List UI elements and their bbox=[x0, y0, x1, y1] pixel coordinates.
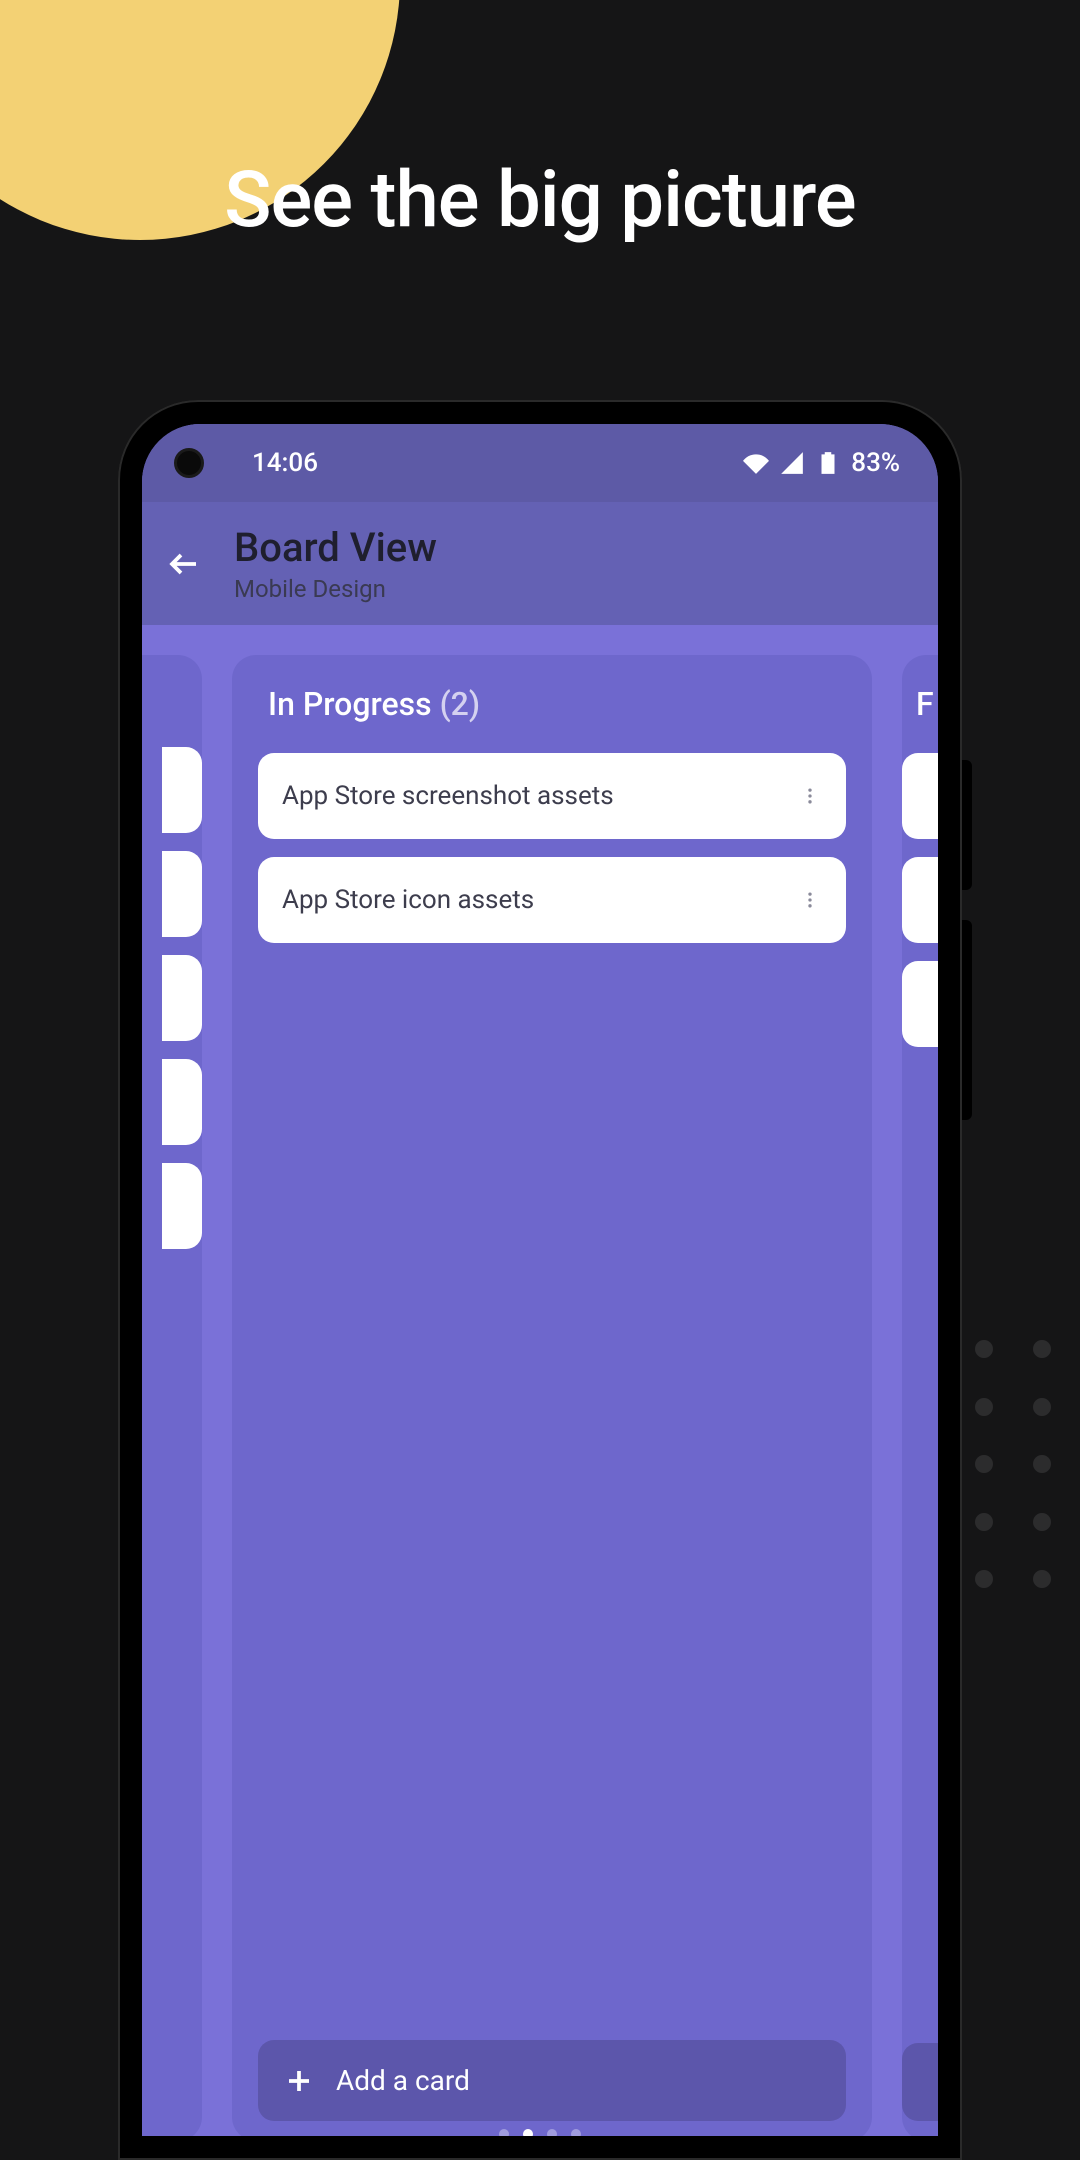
board-column-prev[interactable] bbox=[142, 655, 202, 2136]
board-column-next[interactable]: F bbox=[902, 655, 938, 2136]
column-count: (2) bbox=[440, 685, 480, 723]
plus-icon bbox=[284, 2066, 314, 2096]
card-menu-button[interactable] bbox=[798, 888, 822, 912]
status-time: 14:06 bbox=[252, 448, 318, 478]
card-peek[interactable] bbox=[902, 857, 938, 943]
card-peek[interactable] bbox=[162, 955, 202, 1041]
phone-side-button bbox=[962, 760, 972, 890]
page-dot bbox=[571, 2129, 581, 2136]
signal-icon bbox=[779, 450, 805, 476]
page-dot bbox=[547, 2129, 557, 2136]
page-subtitle: Mobile Design bbox=[234, 575, 437, 603]
page-dot-active bbox=[523, 2129, 533, 2136]
page-title: Board View bbox=[234, 524, 437, 571]
more-vertical-icon bbox=[800, 890, 820, 910]
column-name: In Progress bbox=[268, 685, 432, 723]
card-menu-button[interactable] bbox=[798, 784, 822, 808]
phone-side-button bbox=[962, 920, 972, 1120]
card-peek[interactable] bbox=[162, 1059, 202, 1145]
column-name-peek: F bbox=[902, 685, 934, 723]
card-title: App Store screenshot assets bbox=[282, 781, 614, 811]
status-bar: 14:06 83% bbox=[142, 424, 938, 502]
card-title: App Store icon assets bbox=[282, 885, 534, 915]
add-card-peek[interactable] bbox=[902, 2043, 938, 2121]
board-column-in-progress[interactable]: In Progress (2) App Store screenshot ass… bbox=[232, 655, 872, 2136]
phone-frame: 14:06 83% Board View Mobile Design bbox=[118, 400, 962, 2160]
phone-screen: 14:06 83% Board View Mobile Design bbox=[142, 424, 938, 2136]
status-icons: 83% bbox=[743, 448, 900, 478]
wifi-icon bbox=[743, 450, 769, 476]
marketing-headline: See the big picture bbox=[0, 155, 1080, 246]
phone-camera bbox=[174, 448, 204, 478]
board-area[interactable]: In Progress (2) App Store screenshot ass… bbox=[142, 625, 938, 2136]
battery-percent: 83% bbox=[851, 448, 900, 478]
page-dot bbox=[499, 2129, 509, 2136]
more-vertical-icon bbox=[800, 786, 820, 806]
back-button[interactable] bbox=[164, 544, 204, 584]
app-bar: Board View Mobile Design bbox=[142, 502, 938, 625]
arrow-left-icon bbox=[166, 546, 202, 582]
add-card-label: Add a card bbox=[336, 2064, 470, 2097]
card-peek[interactable] bbox=[902, 961, 938, 1047]
board-card[interactable]: App Store icon assets bbox=[258, 857, 846, 943]
battery-icon bbox=[815, 450, 841, 476]
page-indicator bbox=[499, 2129, 581, 2136]
card-peek[interactable] bbox=[162, 1163, 202, 1249]
card-peek[interactable] bbox=[162, 851, 202, 937]
board-card[interactable]: App Store screenshot assets bbox=[258, 753, 846, 839]
card-peek[interactable] bbox=[162, 747, 202, 833]
column-header[interactable]: In Progress (2) bbox=[258, 685, 846, 723]
card-peek[interactable] bbox=[902, 753, 938, 839]
add-card-button[interactable]: Add a card bbox=[258, 2040, 846, 2121]
